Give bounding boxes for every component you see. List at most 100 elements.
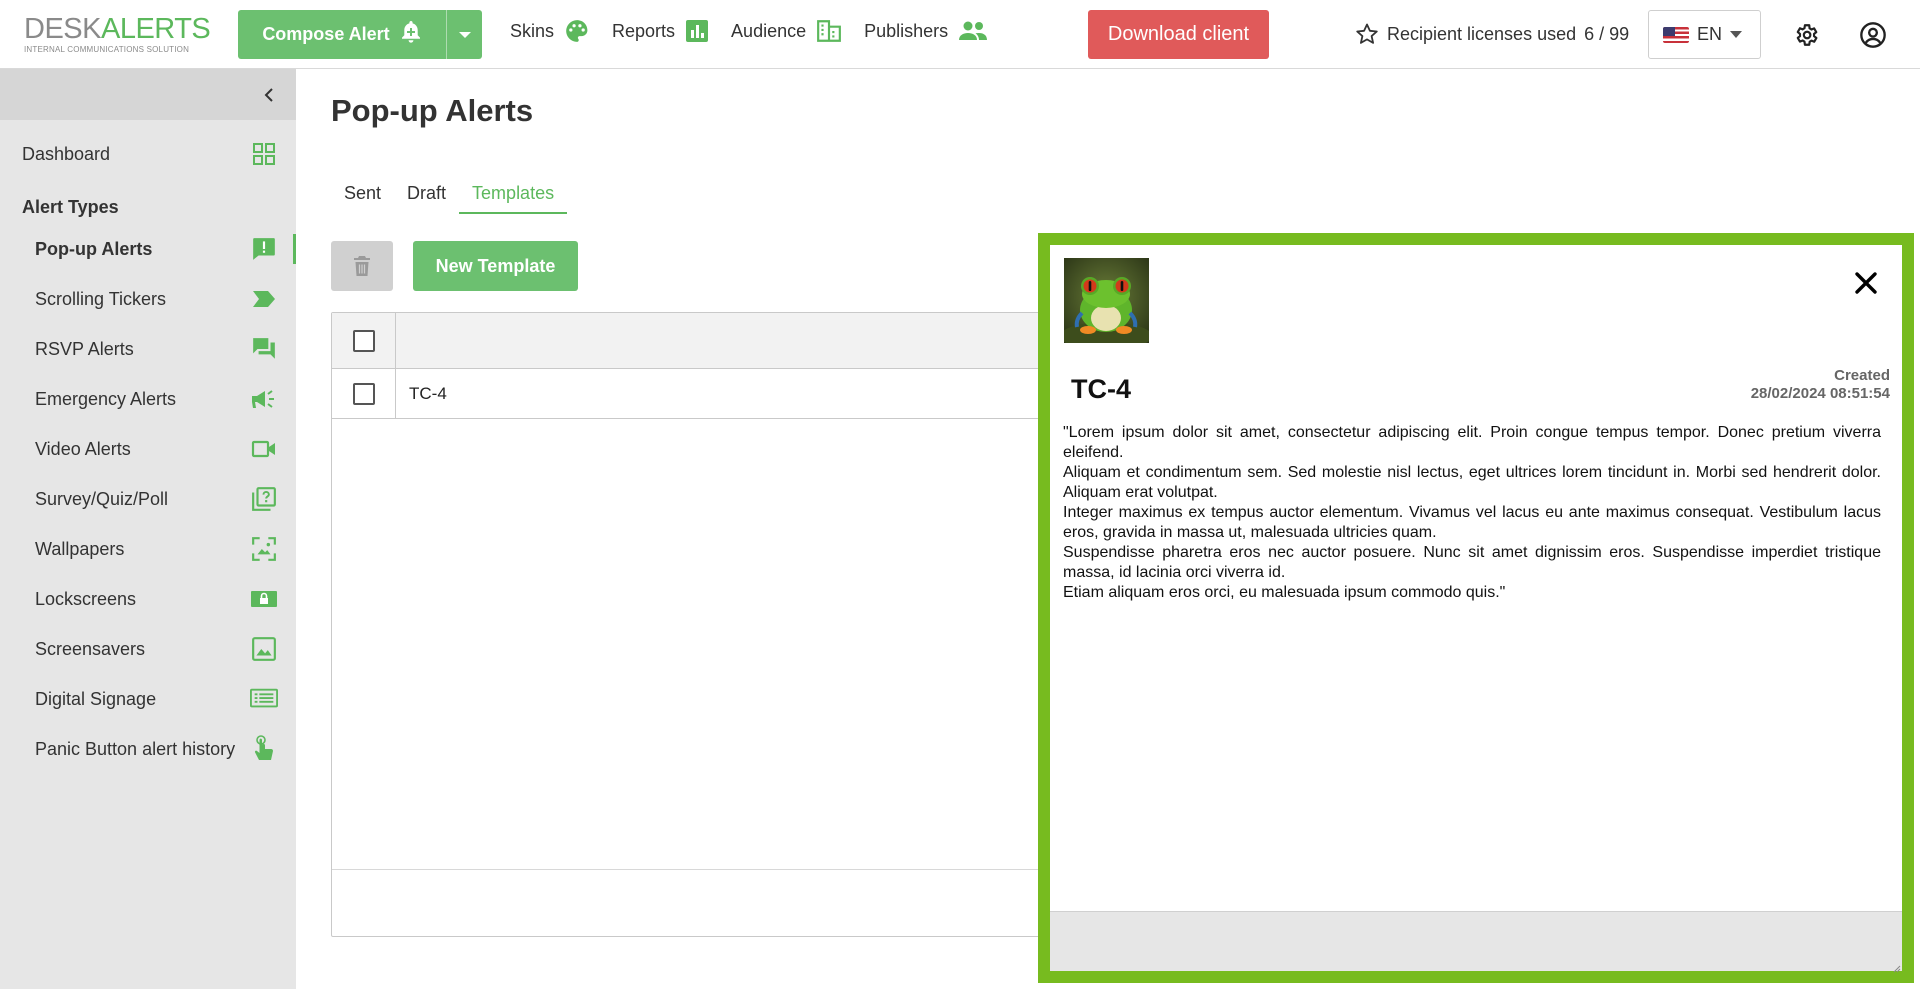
video-camera-icon: [250, 435, 278, 463]
sidebar-item-scrolling-tickers[interactable]: Scrolling Tickers: [0, 279, 296, 319]
trash-icon: [354, 256, 370, 276]
popup-body-text: "Lorem ipsum dolor sit amet, consectetur…: [1063, 423, 1881, 603]
row-checkbox[interactable]: [352, 382, 375, 405]
nav-skins-label: Skins: [510, 20, 555, 41]
sidebar-item-screensavers[interactable]: Screensavers: [0, 629, 296, 669]
tab-templates[interactable]: Templates: [459, 177, 568, 214]
us-flag-icon: [1663, 26, 1689, 43]
lock-screen-icon: [250, 585, 278, 613]
popup-paragraph: "Lorem ipsum dolor sit amet, consectetur…: [1063, 424, 1881, 461]
popup-paragraph: Integer maximus ex tempus auctor element…: [1063, 504, 1881, 541]
close-icon: [1855, 272, 1877, 294]
popup-paragraph: Suspendisse pharetra eros nec auctor pos…: [1063, 544, 1881, 581]
licenses-value: 6 / 99: [1584, 23, 1630, 44]
bar-chart-icon: [686, 20, 709, 42]
popup-title: TC-4: [1071, 374, 1131, 404]
gear-icon: [1796, 24, 1818, 46]
delete-button[interactable]: [331, 241, 393, 291]
sidebar-item-dashboard[interactable]: Dashboard: [0, 134, 296, 174]
popup-paragraph: Etiam aliquam eros orci, eu malesuada ip…: [1063, 584, 1506, 601]
sidebar-item-label: Lockscreens: [35, 588, 137, 609]
sidebar-item-label: Digital Signage: [35, 688, 157, 709]
licenses-label: Recipient licenses used: [1387, 23, 1577, 44]
dashboard-grid-icon: [250, 140, 278, 168]
language-selector[interactable]: EN: [1648, 10, 1761, 59]
ticker-label-icon: [250, 285, 278, 313]
page-title: Pop-up Alerts: [331, 93, 534, 128]
tab-draft[interactable]: Draft: [394, 177, 459, 214]
sidebar-item-label: Dashboard: [22, 143, 111, 164]
wallpaper-icon: [250, 535, 278, 563]
nav-publishers-label: Publishers: [864, 20, 949, 41]
touch-hand-icon: [250, 735, 278, 763]
alert-tabs: Sent Draft Templates: [331, 177, 568, 214]
compose-alert-label: Compose Alert: [262, 24, 390, 44]
sidebar: Dashboard Alert Types Pop-up Alerts Scro…: [0, 69, 296, 989]
select-all-checkbox[interactable]: [352, 329, 375, 352]
logo-alerts-text: ALERTS: [100, 13, 211, 45]
top-navigation: Skins Reports Audience Publishers: [510, 18, 988, 44]
tab-sent[interactable]: Sent: [331, 177, 394, 214]
alert-preview-popup: TC-4 Created 28/02/2024 08:51:54 "Lorem …: [1038, 233, 1914, 983]
image-icon: [250, 635, 278, 663]
sidebar-section-heading: Alert Types: [22, 197, 119, 217]
popup-footer: [1050, 911, 1902, 971]
nav-reports-label: Reports: [612, 20, 676, 41]
megaphone-icon: [250, 385, 278, 413]
alert-message-icon: [250, 235, 278, 263]
nav-audience-label: Audience: [731, 20, 807, 41]
logo-desk-text: DESK: [24, 13, 101, 45]
user-circle-icon: [1860, 22, 1886, 48]
nav-audience[interactable]: Audience: [731, 18, 842, 44]
bell-plus-icon: [400, 20, 422, 49]
nav-publishers[interactable]: Publishers: [864, 18, 988, 44]
chevron-left-icon: [264, 87, 273, 102]
quiz-icon: [250, 485, 278, 513]
sidebar-item-wallpapers[interactable]: Wallpapers: [0, 529, 296, 569]
frog-thumbnail-image: [1060, 258, 1152, 350]
sidebar-collapse-button[interactable]: [0, 69, 296, 120]
caret-down-icon: [458, 31, 471, 38]
sidebar-item-label: Wallpapers: [35, 538, 125, 559]
new-template-button[interactable]: New Template: [413, 241, 578, 291]
sidebar-item-lockscreens[interactable]: Lockscreens: [0, 579, 296, 619]
desk-alerts-logo[interactable]: DESKALERTS INTERNAL COMMUNICATIONS SOLUT…: [24, 14, 214, 54]
top-bar: DESKALERTS INTERNAL COMMUNICATIONS SOLUT…: [0, 0, 1920, 69]
sidebar-item-label: Scrolling Tickers: [35, 288, 167, 309]
nav-reports[interactable]: Reports: [612, 18, 709, 44]
recipient-licenses: Recipient licenses used 6 / 99: [1355, 22, 1629, 46]
created-label: Created: [1834, 367, 1890, 384]
people-icon: [959, 21, 988, 40]
language-value: EN: [1697, 24, 1723, 44]
user-profile-button[interactable]: [1858, 20, 1888, 50]
star-outline-icon: [1356, 23, 1378, 44]
sidebar-item-popup-alerts[interactable]: Pop-up Alerts: [0, 229, 296, 269]
sidebar-item-emergency-alerts[interactable]: Emergency Alerts: [0, 379, 296, 419]
popup-created-info: Created 28/02/2024 08:51:54: [1751, 367, 1890, 403]
popup-paragraph: Aliquam et condimentum sem. Sed molestie…: [1063, 464, 1881, 501]
logo-tagline: INTERNAL COMMUNICATIONS SOLUTION: [24, 45, 190, 54]
download-client-button[interactable]: Download client: [1088, 10, 1269, 59]
resize-grip-icon[interactable]: [1891, 960, 1901, 973]
settings-button[interactable]: [1791, 20, 1821, 50]
nav-skins[interactable]: Skins: [510, 18, 590, 44]
sidebar-item-label: Panic Button alert history: [35, 738, 236, 759]
sidebar-item-video-alerts[interactable]: Video Alerts: [0, 429, 296, 469]
building-icon: [817, 20, 842, 42]
compose-alert-button[interactable]: Compose Alert: [238, 10, 446, 59]
sidebar-item-label: Emergency Alerts: [35, 388, 177, 409]
chat-bubbles-icon: [250, 335, 278, 363]
sidebar-item-label: Survey/Quiz/Poll: [35, 488, 169, 509]
sidebar-item-label: Video Alerts: [35, 438, 131, 459]
sidebar-item-label: RSVP Alerts: [35, 338, 134, 359]
sidebar-item-digital-signage[interactable]: Digital Signage: [0, 679, 296, 719]
sidebar-item-panic-button-history[interactable]: Panic Button alert history: [0, 729, 296, 769]
sidebar-item-label: Screensavers: [35, 638, 146, 659]
caret-down-icon: [1730, 31, 1743, 38]
compose-dropdown-toggle[interactable]: [446, 10, 482, 59]
sidebar-item-survey-quiz-poll[interactable]: Survey/Quiz/Poll: [0, 479, 296, 519]
created-timestamp: 28/02/2024 08:51:54: [1750, 385, 1890, 402]
compose-alert-button-group: Compose Alert: [238, 10, 482, 59]
close-popup-button[interactable]: [1850, 267, 1882, 299]
sidebar-item-rsvp-alerts[interactable]: RSVP Alerts: [0, 329, 296, 369]
